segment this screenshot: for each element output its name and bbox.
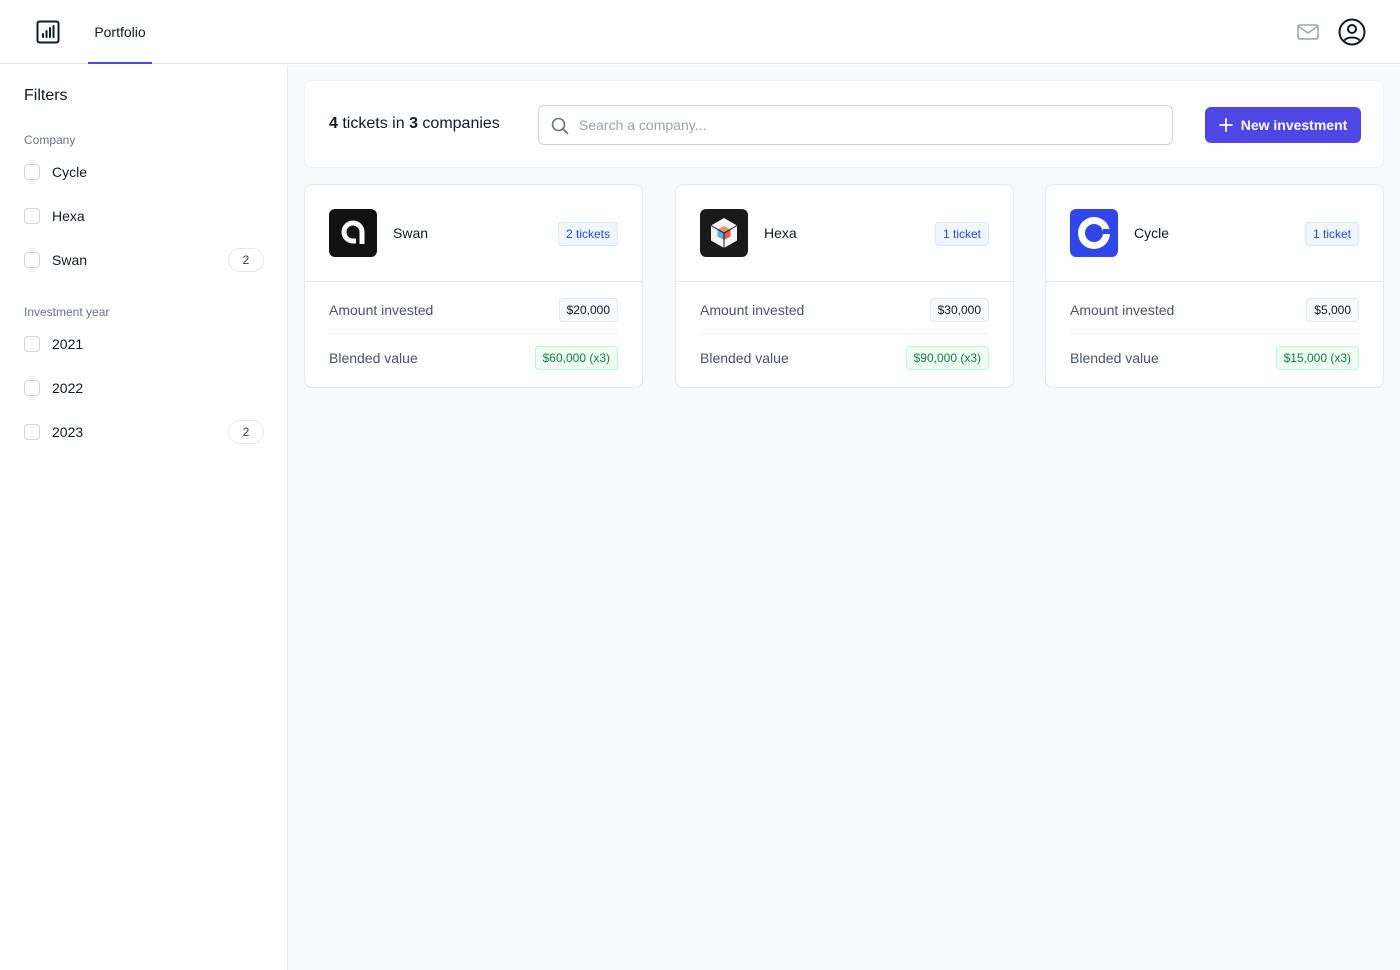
filter-label: 2023 bbox=[52, 424, 84, 440]
mail-icon[interactable] bbox=[1296, 20, 1320, 44]
count-badge: 2 bbox=[228, 248, 264, 272]
checkbox[interactable] bbox=[24, 208, 40, 224]
cycle-logo-icon bbox=[1070, 209, 1118, 257]
blended-value-label: Blended value bbox=[329, 350, 418, 366]
new-investment-label: New investment bbox=[1240, 117, 1348, 133]
main-content: 4 tickets in 3 companies New investment bbox=[288, 65, 1400, 970]
checkbox[interactable] bbox=[24, 380, 40, 396]
filters-title: Filters bbox=[24, 87, 68, 104]
count-badge: 2 bbox=[228, 420, 264, 444]
investment-year-filter-label: Investment year bbox=[24, 305, 110, 319]
ticket-count: 4 bbox=[329, 115, 338, 132]
company-card-cycle[interactable]: Cycle 1 ticket Amount invested $5,000 Bl… bbox=[1045, 184, 1384, 388]
company-card-swan[interactable]: Swan 2 tickets Amount invested $20,000 B… bbox=[304, 184, 643, 388]
filter-year-2023[interactable]: 2023 2 bbox=[24, 420, 264, 444]
user-circle-icon[interactable] bbox=[1338, 18, 1366, 46]
filter-year-2022[interactable]: 2022 bbox=[24, 376, 264, 400]
tab-portfolio-label: Portfolio bbox=[94, 24, 146, 40]
swan-logo-icon bbox=[329, 209, 377, 257]
company-card-hexa[interactable]: Hexa 1 ticket Amount invested $30,000 Bl… bbox=[675, 184, 1014, 388]
bar-chart-icon[interactable] bbox=[36, 20, 60, 44]
blended-value: $15,000 (x3) bbox=[1275, 346, 1359, 370]
amount-invested-value: $20,000 bbox=[558, 297, 618, 322]
active-tab-indicator bbox=[88, 62, 152, 64]
filter-label: Hexa bbox=[52, 208, 85, 224]
search-icon bbox=[551, 117, 569, 135]
card-header: Swan 2 tickets bbox=[305, 185, 642, 282]
amount-invested-row: Amount invested $30,000 bbox=[700, 286, 989, 334]
hexa-logo-icon bbox=[700, 209, 748, 257]
search-input[interactable] bbox=[579, 106, 1159, 144]
amount-invested-label: Amount invested bbox=[329, 301, 434, 318]
filter-company-swan[interactable]: Swan 2 bbox=[24, 248, 264, 272]
filter-label: 2021 bbox=[52, 336, 84, 352]
filters-sidebar: Filters Company Cycle Hexa Swan 2 Invest… bbox=[0, 65, 288, 970]
amount-invested-row: Amount invested $20,000 bbox=[329, 286, 618, 334]
company-count: 3 bbox=[409, 115, 418, 132]
blended-value-row: Blended value $15,000 (x3) bbox=[1070, 334, 1359, 382]
amount-invested-label: Amount invested bbox=[700, 301, 805, 318]
new-investment-button[interactable]: New investment bbox=[1205, 107, 1361, 143]
checkbox[interactable] bbox=[24, 164, 40, 180]
ticket-count-badge: 2 tickets bbox=[557, 222, 618, 246]
portfolio-header: 4 tickets in 3 companies New investment bbox=[304, 80, 1384, 168]
tickets-word: tickets in bbox=[342, 115, 405, 132]
filter-company-hexa[interactable]: Hexa bbox=[24, 204, 264, 228]
company-name: Cycle bbox=[1134, 225, 1170, 241]
filter-label: 2022 bbox=[52, 380, 84, 396]
company-name: Swan bbox=[393, 225, 429, 241]
top-navigation-bar: Portfolio bbox=[0, 0, 1400, 64]
amount-invested-label: Amount invested bbox=[1070, 301, 1175, 318]
blended-value-row: Blended value $90,000 (x3) bbox=[700, 334, 989, 382]
company-filter-label: Company bbox=[24, 133, 76, 147]
filter-label: Swan bbox=[52, 252, 88, 268]
portfolio-summary: 4 tickets in 3 companies bbox=[329, 115, 500, 133]
blended-value: $90,000 (x3) bbox=[905, 346, 989, 370]
card-header: Cycle 1 ticket bbox=[1046, 185, 1383, 282]
card-header: Hexa 1 ticket bbox=[676, 185, 1013, 282]
plus-icon bbox=[1218, 118, 1233, 132]
ticket-count-badge: 1 ticket bbox=[1304, 222, 1359, 246]
companies-word: companies bbox=[422, 115, 500, 132]
amount-invested-row: Amount invested $5,000 bbox=[1070, 286, 1359, 334]
blended-value: $60,000 (x3) bbox=[534, 346, 618, 370]
checkbox[interactable] bbox=[24, 336, 40, 352]
filter-label: Cycle bbox=[52, 164, 88, 180]
amount-invested-value: $30,000 bbox=[929, 297, 989, 322]
checkbox[interactable] bbox=[24, 252, 40, 268]
company-search bbox=[538, 105, 1173, 145]
filter-company-cycle[interactable]: Cycle bbox=[24, 160, 264, 184]
checkbox[interactable] bbox=[24, 424, 40, 440]
filter-year-2021[interactable]: 2021 bbox=[24, 332, 264, 356]
amount-invested-value: $5,000 bbox=[1306, 297, 1359, 322]
tab-portfolio[interactable]: Portfolio bbox=[88, 0, 152, 64]
ticket-count-badge: 1 ticket bbox=[934, 222, 989, 246]
company-name: Hexa bbox=[764, 225, 797, 241]
blended-value-label: Blended value bbox=[1070, 350, 1159, 366]
blended-value-row: Blended value $60,000 (x3) bbox=[329, 334, 618, 382]
blended-value-label: Blended value bbox=[700, 350, 789, 366]
